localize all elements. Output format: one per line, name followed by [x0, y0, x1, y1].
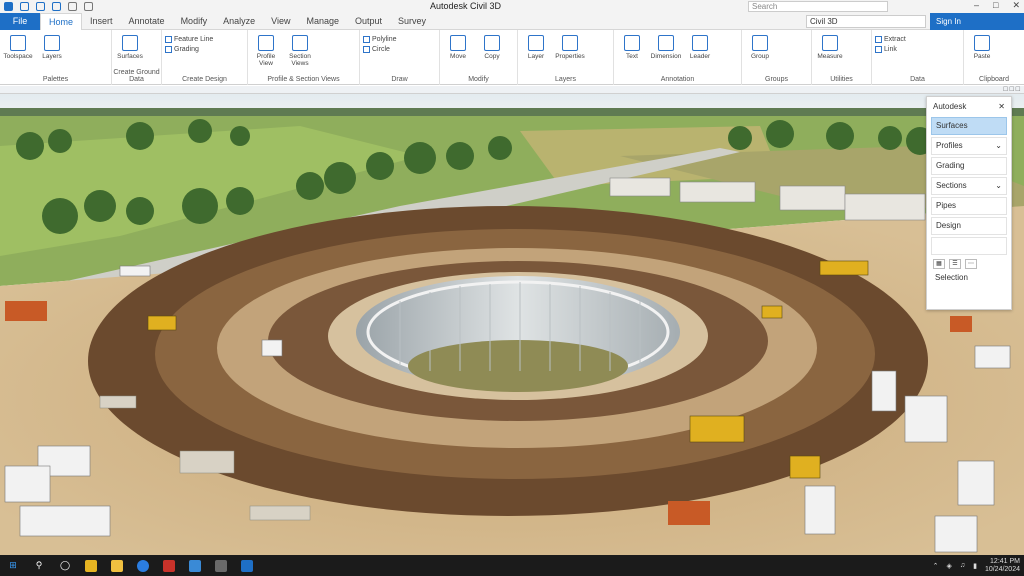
panel-utilities: Measure Utilities	[812, 30, 872, 85]
clock[interactable]: 12:41 PM 10/24/2024	[985, 558, 1020, 574]
tab-view[interactable]: View	[263, 13, 298, 30]
tab-manage[interactable]: Manage	[298, 13, 347, 30]
quick-access-toolbar	[0, 2, 93, 11]
panel-ground-data: Surfaces Create Ground Data	[112, 30, 162, 85]
palette-icon-row: ▦ ☰ ⋯	[933, 259, 1005, 269]
ribbon-tabs: File Home Insert Annotate Modify Analyze…	[0, 12, 1024, 30]
window-title: Autodesk Civil 3D	[430, 1, 502, 11]
sign-in-button[interactable]: Sign In	[930, 13, 1024, 30]
task-view-icon[interactable]: ◯	[59, 560, 71, 572]
app-logo-icon[interactable]	[4, 2, 13, 11]
autocad-icon[interactable]	[163, 559, 175, 572]
panel-clipboard: Paste Clipboard	[964, 30, 1024, 85]
palette-item-surfaces[interactable]: Surfaces	[931, 117, 1007, 135]
panel-create-design: Feature Line Grading Create Design	[162, 30, 248, 85]
civil3d-icon[interactable]	[241, 559, 253, 572]
feature-line-button[interactable]: Feature Line	[165, 36, 213, 43]
tab-annotate[interactable]: Annotate	[121, 13, 173, 30]
drawing-viewport[interactable]: □ □ □	[0, 86, 1024, 555]
chevron-down-icon: ⌄	[995, 181, 1002, 190]
viewport-header: □ □ □	[0, 86, 1024, 94]
maximize-icon[interactable]: □	[993, 0, 998, 11]
tool-palette: Autodesk ✕ Surfaces Profiles ⌄ Grading Se…	[926, 96, 1012, 310]
tab-insert[interactable]: Insert	[82, 13, 121, 30]
panel-palettes: Toolspace Layers Palettes	[0, 30, 112, 85]
panel-data: Extract Link Data	[872, 30, 964, 85]
title-bar: Autodesk Civil 3D Search – □ ✕	[0, 0, 1024, 13]
tab-file[interactable]: File	[0, 12, 40, 30]
viewport-controls-icon[interactable]: □ □ □	[1003, 86, 1020, 93]
battery-icon[interactable]: ▮	[973, 562, 977, 570]
close-icon[interactable]: ✕	[1012, 0, 1020, 11]
start-icon[interactable]: ⊞	[7, 560, 19, 572]
palette-item-pipes[interactable]: Pipes	[931, 197, 1007, 215]
tab-home[interactable]: Home	[40, 12, 83, 30]
system-tray: ⌃ ◈ ♫ ▮ 12:41 PM 10/24/2024	[933, 555, 1020, 576]
tab-modify[interactable]: Modify	[173, 13, 216, 30]
new-icon[interactable]	[20, 2, 29, 11]
polyline-button[interactable]: Polyline	[363, 36, 397, 43]
panel-modify: Move Copy Modify	[440, 30, 518, 85]
save-icon[interactable]	[52, 2, 61, 11]
window-controls: – □ ✕	[974, 0, 1020, 11]
palette-close-icon[interactable]: ✕	[998, 102, 1005, 111]
grading-button[interactable]: Grading	[165, 46, 213, 53]
panel-annotation: Text Dimension Leader Annotation	[614, 30, 742, 85]
site-scene	[0, 86, 1024, 555]
options-icon[interactable]: ⋯	[965, 259, 977, 269]
palette-item-blank[interactable]	[931, 237, 1007, 255]
undo-icon[interactable]	[68, 2, 77, 11]
tab-analyze[interactable]: Analyze	[215, 13, 263, 30]
panel-draw: Polyline Circle Draw	[360, 30, 440, 85]
browser-icon[interactable]	[137, 559, 149, 572]
network-icon[interactable]: ◈	[946, 562, 951, 570]
panel-groups: Group Groups	[742, 30, 812, 85]
link-button[interactable]: Link	[875, 46, 906, 53]
mail-icon[interactable]	[189, 559, 201, 572]
open-icon[interactable]	[36, 2, 45, 11]
taskbar: ⊞ ⚲ ◯ ⌃ ◈ ♫ ▮ 12:41 PM 10/24/2024	[0, 555, 1024, 576]
tab-survey[interactable]: Survey	[390, 13, 434, 30]
palette-item-profiles[interactable]: Profiles ⌄	[931, 137, 1007, 155]
tab-output[interactable]: Output	[347, 13, 390, 30]
palette-footer: Selection	[935, 273, 968, 282]
list-icon[interactable]: ☰	[949, 259, 961, 269]
search-icon[interactable]: ⚲	[33, 560, 45, 572]
panel-profile-views: Profile View Section Views Profile & Sec…	[248, 30, 360, 85]
chevron-up-icon[interactable]: ⌃	[933, 562, 939, 570]
ribbon: Toolspace Layers Palettes Surfaces Creat…	[0, 30, 1024, 85]
volume-icon[interactable]: ♫	[960, 562, 965, 569]
grid-icon[interactable]: ▦	[933, 259, 945, 269]
redo-icon[interactable]	[84, 2, 93, 11]
workspace-selector[interactable]: Civil 3D	[806, 15, 926, 28]
circle-button[interactable]: Circle	[363, 46, 397, 53]
minimize-icon[interactable]: –	[974, 0, 979, 11]
panel-layers: Layer Properties Layers	[518, 30, 614, 85]
palette-title: Autodesk	[933, 101, 967, 111]
extract-button[interactable]: Extract	[875, 36, 906, 43]
file-explorer-icon[interactable]	[85, 559, 97, 572]
search-input[interactable]: Search	[748, 1, 888, 12]
chevron-down-icon: ⌄	[995, 141, 1002, 150]
store-icon[interactable]	[215, 559, 227, 572]
palette-item-sections[interactable]: Sections ⌄	[931, 177, 1007, 195]
folder-icon[interactable]	[111, 559, 123, 572]
palette-item-grading[interactable]: Grading	[931, 157, 1007, 175]
palette-item-design[interactable]: Design	[931, 217, 1007, 235]
